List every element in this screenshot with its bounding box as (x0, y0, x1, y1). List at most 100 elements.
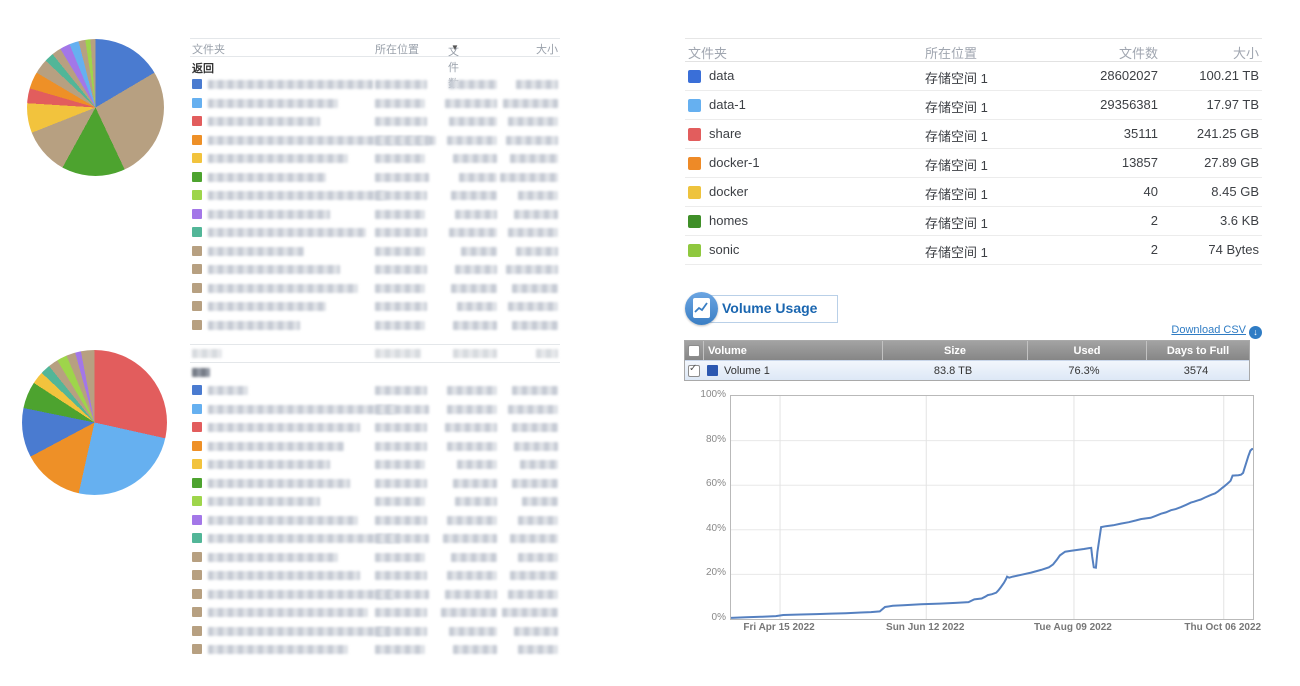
redacted-folder-row[interactable] (190, 75, 560, 94)
column-header-size[interactable]: 大小 (1233, 43, 1259, 62)
folder-row[interactable]: docker存储空间 1408.45 GB (685, 178, 1262, 207)
redacted-folder-row[interactable] (190, 418, 560, 437)
redacted-folder-row[interactable] (190, 455, 560, 474)
column-header-volume: Volume (703, 341, 882, 360)
folder-name[interactable]: data-1 (709, 97, 746, 112)
folder-name[interactable]: docker-1 (709, 155, 760, 170)
folder-location: 存储空间 1 (925, 213, 988, 232)
redacted-location (375, 247, 425, 256)
folder-table-top-header: 文件夹 所在位置 文件数▼ 大小 (190, 38, 560, 57)
redacted-size (512, 479, 558, 488)
redacted-folder-row[interactable] (190, 566, 560, 585)
redacted-header-size[interactable] (536, 349, 558, 358)
redacted-folder-row[interactable] (190, 186, 560, 205)
redacted-file-count (447, 571, 497, 580)
redacted-folder-name (208, 460, 330, 469)
redacted-folder-row[interactable] (190, 260, 560, 279)
redacted-folder-name (208, 405, 396, 414)
folder-file-count: 2 (1151, 242, 1158, 257)
folder-row[interactable]: sonic存储空间 1274 Bytes (685, 236, 1262, 265)
redacted-folder-row[interactable] (190, 279, 560, 298)
redacted-folder-row[interactable] (190, 492, 560, 511)
back-link-redacted[interactable] (192, 368, 210, 377)
column-header-folder[interactable]: 文件夹 (192, 41, 225, 57)
folder-color-swatch (192, 478, 202, 488)
redacted-folder-row[interactable] (190, 548, 560, 567)
y-axis-tick-label: 100% (688, 389, 726, 400)
redacted-folder-row[interactable] (190, 400, 560, 419)
redacted-folder-row[interactable] (190, 223, 560, 242)
redacted-file-count (447, 516, 497, 525)
column-header-folder[interactable]: 文件夹 (688, 43, 727, 62)
redacted-folder-row[interactable] (190, 131, 560, 150)
redacted-location (375, 228, 427, 237)
back-link[interactable]: 返回 (192, 60, 214, 76)
redacted-folder-name (208, 117, 320, 126)
folder-row[interactable]: share存储空间 135111241.25 GB (685, 120, 1262, 149)
redacted-header-location[interactable] (375, 349, 421, 358)
folder-color-swatch (688, 70, 701, 83)
redacted-file-count (457, 302, 497, 311)
folder-color-swatch (192, 79, 202, 89)
redacted-file-count (441, 608, 497, 617)
redacted-size (510, 571, 558, 580)
folder-name[interactable]: data (709, 68, 734, 83)
redacted-folder-row[interactable] (190, 297, 560, 316)
redacted-size (508, 228, 558, 237)
volume-usage-table: Volume Size Used Days to Full Volume 183… (684, 340, 1250, 381)
report-page-icon (693, 298, 710, 318)
volume-color-swatch (707, 365, 718, 376)
folder-name[interactable]: sonic (709, 242, 739, 257)
x-axis-tick-label: Fri Apr 15 2022 (743, 622, 814, 633)
redacted-header-count[interactable] (453, 349, 497, 358)
folder-name[interactable]: share (709, 126, 742, 141)
column-header-location[interactable]: 所在位置 (375, 41, 419, 57)
redacted-folder-row[interactable] (190, 622, 560, 641)
redacted-folder-row[interactable] (190, 640, 560, 659)
redacted-folder-name (208, 154, 348, 163)
select-all-checkbox[interactable] (688, 345, 700, 357)
redacted-folder-row[interactable] (190, 529, 560, 548)
sort-caret-icon: ▼ (451, 43, 459, 52)
column-header-size[interactable]: 大小 (536, 41, 558, 57)
redacted-folder-row[interactable] (190, 112, 560, 131)
folder-file-count: 40 (1144, 184, 1158, 199)
column-header-count[interactable]: 文件数 (1119, 43, 1158, 62)
redacted-location (375, 386, 427, 395)
folder-row[interactable]: data存储空间 128602027100.21 TB (685, 62, 1262, 91)
redacted-folder-row[interactable] (190, 94, 560, 113)
download-csv-link[interactable]: Download CSV (1171, 324, 1246, 336)
folder-row[interactable]: homes存储空间 123.6 KB (685, 207, 1262, 236)
redacted-folder-row[interactable] (190, 205, 560, 224)
redacted-folder-row[interactable] (190, 511, 560, 530)
redacted-folder-row[interactable] (190, 168, 560, 187)
folder-color-swatch (192, 385, 202, 395)
redacted-folder-row[interactable] (190, 316, 560, 335)
folder-row[interactable]: data-1存储空间 12935638117.97 TB (685, 91, 1262, 120)
folder-color-swatch (192, 533, 202, 543)
column-header-location[interactable]: 所在位置 (925, 43, 977, 62)
usage-series-volume-1 (731, 449, 1253, 618)
folder-color-swatch (688, 244, 701, 257)
redacted-file-count (451, 553, 497, 562)
redacted-folder-row[interactable] (190, 603, 560, 622)
redacted-folder-row[interactable] (190, 242, 560, 261)
redacted-folder-name (208, 265, 340, 274)
redacted-folder-row[interactable] (190, 381, 560, 400)
redacted-folder-row[interactable] (190, 437, 560, 456)
download-icon[interactable]: ↓ (1249, 326, 1262, 339)
folder-location: 存储空间 1 (925, 68, 988, 87)
folder-row[interactable]: docker-1存储空间 11385727.89 GB (685, 149, 1262, 178)
redacted-folder-row[interactable] (190, 149, 560, 168)
folder-name[interactable]: homes (709, 213, 748, 228)
folder-name[interactable]: docker (709, 184, 748, 199)
folder-file-count: 2 (1151, 213, 1158, 228)
volume-size: 83.8 TB (881, 361, 1025, 380)
redacted-location (375, 571, 427, 580)
redacted-folder-row[interactable] (190, 474, 560, 493)
redacted-header-folder[interactable] (192, 349, 222, 358)
folder-color-swatch (688, 186, 701, 199)
redacted-folder-row[interactable] (190, 585, 560, 604)
redacted-location (375, 423, 427, 432)
volume-checkbox[interactable] (688, 365, 700, 377)
